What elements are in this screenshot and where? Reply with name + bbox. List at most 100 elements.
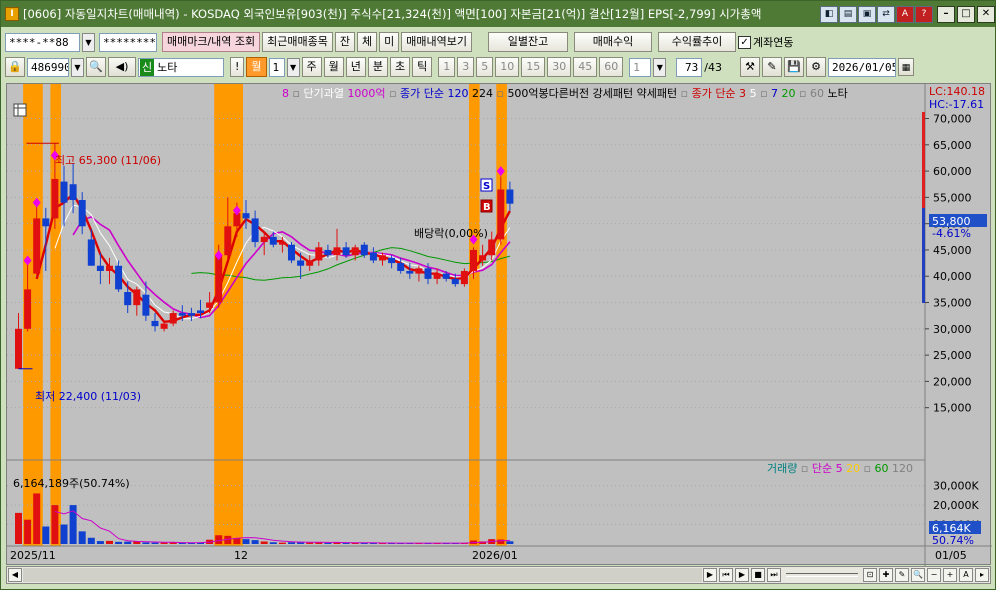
link-account-checkbox[interactable]: ✓ [738, 35, 752, 49]
date-input[interactable]: 2026/01/05 [828, 57, 896, 77]
period-second-button[interactable]: 초 [390, 57, 411, 77]
unfilled-button[interactable]: 미 [379, 32, 400, 52]
recent-trades-button[interactable]: 최근매매종목 [262, 32, 333, 52]
tools-icon[interactable]: ⚒ [740, 57, 760, 77]
scroll-left-icon[interactable]: ◀ [8, 568, 22, 582]
close-button[interactable]: ✕ [977, 5, 995, 23]
interval-1-button[interactable]: 1 [438, 57, 456, 77]
sound-icon[interactable]: ◀) [108, 57, 136, 77]
display-count-input[interactable]: 73 [676, 57, 703, 77]
return-trend-button[interactable]: 수익률추이 [658, 32, 737, 52]
period-tick-button[interactable]: 틱 [412, 57, 433, 77]
period-minute-button[interactable]: 분 [367, 57, 389, 77]
account-dropdown[interactable]: ▼ [82, 32, 95, 52]
stock-name-field[interactable]: 신 노타 [138, 57, 224, 77]
chart-area[interactable]: 8 ▫ 단기과열 1000억 ▫ 종가 단순 120 224 ▫ 500억봉다른… [6, 83, 992, 566]
draw-icon[interactable]: ✎ [895, 568, 909, 582]
volume-bar [342, 543, 350, 544]
legend-item: 60 [875, 462, 889, 475]
scroll-right-icon[interactable]: ▶ [703, 568, 717, 582]
legend-item: 거래량 [767, 462, 797, 475]
crosshair-icon[interactable]: ✚ [879, 568, 893, 582]
zoom-in-icon[interactable]: + [943, 568, 957, 582]
filled-button[interactable]: 체 [357, 32, 378, 52]
volume-bar [215, 535, 223, 544]
stock-code-input[interactable]: 486990 [27, 57, 69, 77]
data-window-icon[interactable] [13, 103, 27, 117]
chart-scrollbar[interactable]: ◀ ▶ ⏮ ▶ ■ ⏭ ⊡ ✚ ✎ 🔍 − + A ▸ [6, 566, 991, 584]
period-week-button[interactable]: 주 [301, 57, 322, 77]
zoom-icon[interactable]: 🔍 [911, 568, 925, 582]
font-icon[interactable]: A [896, 5, 914, 23]
period-year-button[interactable]: 년 [345, 57, 366, 77]
help-icon[interactable]: ? [915, 5, 933, 23]
interval-45-button[interactable]: 45 [573, 57, 598, 77]
calendar-icon[interactable]: ▦ [898, 58, 914, 76]
period-month-button[interactable]: 월 [246, 57, 267, 77]
volume-bar [251, 540, 259, 544]
x-label-right: 01/05 [935, 549, 967, 562]
settings-icon[interactable]: ⚙ [806, 57, 826, 77]
candle-body [333, 247, 341, 256]
daily-balance-button[interactable]: 일별잔고 [488, 32, 569, 52]
interval-30-button[interactable]: 30 [547, 57, 572, 77]
interval-5-button[interactable]: 5 [476, 57, 494, 77]
volume-bar [124, 541, 132, 544]
grid-icon[interactable]: ▤ [839, 5, 857, 23]
highlight-band [223, 84, 234, 546]
account-input[interactable]: ****-**88 [5, 32, 80, 52]
save-icon[interactable]: 💾 [784, 57, 804, 77]
volume-tick-label: 20,000K [933, 499, 979, 512]
period-count-dropdown[interactable]: ▼ [286, 57, 300, 77]
scroll-track[interactable] [23, 568, 702, 582]
interval-dropdown[interactable]: ▼ [653, 57, 667, 77]
candle-body [360, 244, 368, 256]
zoom-out-icon[interactable]: − [927, 568, 941, 582]
volume-note: 6,164,189주(50.74%) [13, 477, 130, 490]
pan-icon[interactable]: ⊡ [863, 568, 877, 582]
current-change: -4.61% [932, 227, 971, 240]
indicator-icon[interactable]: ✎ [762, 57, 782, 77]
window-icon[interactable]: ▣ [858, 5, 876, 23]
stock-name: 노타 [157, 60, 178, 74]
price-tick-label: 40,000 [933, 270, 972, 283]
play-icon[interactable]: ▶ [735, 568, 749, 582]
rewind-icon[interactable]: ⏮ [719, 568, 733, 582]
stock-code-dropdown[interactable]: ▼ [71, 57, 84, 77]
zoom-slider[interactable] [786, 573, 858, 577]
lock-icon[interactable]: 🔒 [5, 57, 25, 77]
maximize-button[interactable]: □ [957, 5, 975, 23]
period-count-input[interactable]: 1 [268, 57, 285, 77]
interval-10-button[interactable]: 10 [495, 57, 520, 77]
candle-body [315, 247, 323, 261]
search-icon[interactable]: 🔍 [86, 57, 106, 77]
layout-icon[interactable]: ◧ [820, 5, 838, 23]
new-listing-badge: 신 [140, 58, 155, 76]
candle-body [124, 292, 132, 306]
password-input[interactable]: ********* [99, 32, 157, 52]
ma5-line [54, 204, 511, 320]
trade-profit-button[interactable]: 매매수익 [574, 32, 653, 52]
candles[interactable] [15, 143, 514, 369]
minimize-button[interactable]: – [937, 5, 955, 23]
alert-button[interactable]: ! [230, 57, 245, 77]
volume-bar [324, 542, 332, 544]
candle-body [351, 247, 359, 256]
stop-icon[interactable]: ■ [751, 568, 765, 582]
legend-item: 약세패턴 [637, 86, 677, 100]
trade-history-button[interactable]: 매매내역보기 [401, 32, 473, 52]
sell-signal-marker: S [480, 178, 493, 192]
candlestick-chart[interactable]: 8 ▫ 단기과열 1000억 ▫ 종가 단순 120 224 ▫ 500억봉다른… [7, 84, 992, 566]
trade-mark-button[interactable]: 매매마크/내역 조회 [162, 32, 261, 52]
legend-item: 500억봉다른버전 강세패턴 [507, 87, 633, 100]
balance-button[interactable]: 잔 [334, 32, 356, 52]
interval-3-button[interactable]: 3 [457, 57, 475, 77]
font-size-icon[interactable]: A [959, 568, 973, 582]
interval-15-button[interactable]: 15 [521, 57, 546, 77]
link-icon[interactable]: ⇄ [877, 5, 895, 23]
interval-60-button[interactable]: 60 [599, 57, 624, 77]
period-month2-button[interactable]: 월 [323, 57, 344, 77]
interval-input[interactable]: 1 [629, 57, 652, 77]
forward-icon[interactable]: ⏭ [767, 568, 781, 582]
expand-icon[interactable]: ▸ [975, 568, 989, 582]
